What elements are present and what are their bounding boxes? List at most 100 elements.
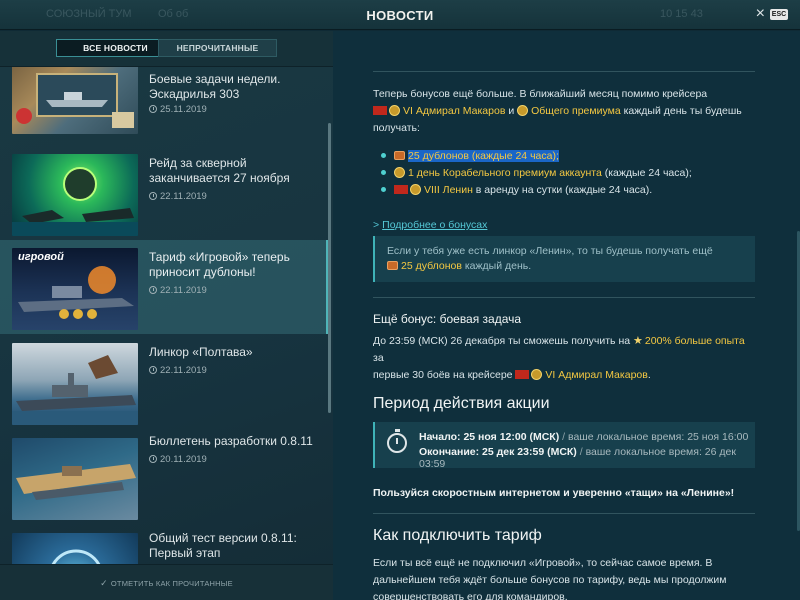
connect-section: Как подключить тариф xyxy=(373,527,755,545)
tab-unread[interactable]: НЕПРОЧИТАННЫЕ xyxy=(158,39,277,57)
close-icon[interactable]: × xyxy=(756,4,765,24)
news-thumbnail-test xyxy=(12,533,138,564)
doubloon-icon xyxy=(394,151,405,160)
news-date-text: 22.11.2019 xyxy=(160,365,207,376)
tariff-logo-text: игровой xyxy=(18,251,64,263)
note-line-2: 25 дублонов каждый день. xyxy=(387,259,743,274)
period-box: Начало: 25 ноя 12:00 (МСК) / ваше локаль… xyxy=(373,422,755,470)
bonus-task-line-2: первые 30 боёв на крейсере VI Адмирал Ма… xyxy=(373,367,755,384)
intro-rest: каждый день ты будешь xyxy=(623,105,742,117)
news-list-panel: ВСЕ НОВОСТИ НЕПРОЧИТАННЫЕ Боевые задачи … xyxy=(0,31,333,600)
cta-line: Пользуйся скоростным интернетом и уверен… xyxy=(373,485,755,502)
period-start-msk: Начало: 25 ноя 12:00 (МСК) xyxy=(419,431,560,443)
news-thumbnail-weekly-tasks xyxy=(12,67,138,134)
article-intro: Теперь бонусов ещё больше. В ближайший м… xyxy=(373,86,755,137)
ussr-flag-icon xyxy=(515,370,530,379)
bonus-task-dot: . xyxy=(647,369,651,381)
premium-account-icon xyxy=(394,167,405,178)
news-thumbnail-bulletin xyxy=(12,438,138,520)
mark-as-read-label: ОТМЕТИТЬ КАК ПРОЧИТАННЫЕ xyxy=(110,579,233,588)
bonus-lenin-rest: в аренду на сутки (каждые 24 часа). xyxy=(475,184,653,196)
window-title: НОВОСТИ xyxy=(366,8,434,23)
news-item-date: 22.11.2019 xyxy=(149,191,207,202)
cruiser-class-icon xyxy=(389,105,400,116)
ship-lenin-link[interactable]: VIII Ленин xyxy=(424,184,473,196)
news-item-raid[interactable]: Рейд за скверной заканчивается 27 ноября… xyxy=(0,146,328,240)
news-item-title: Боевые задачи недели. Эскадрилья 303 xyxy=(149,72,281,101)
bonus-task-section: Ещё бонус: боевая задача xyxy=(373,312,755,326)
clock-icon xyxy=(149,286,157,294)
news-date-text: 25.11.2019 xyxy=(160,104,207,115)
connect-line-2: дальнейшем тебя ждёт больше бонусов по т… xyxy=(373,574,727,586)
clock-icon xyxy=(149,105,157,113)
intro-line-3: получать: xyxy=(373,122,420,134)
doubloon-icon xyxy=(387,261,398,270)
news-item-title: Общий тест версии 0.8.11: Первый этап xyxy=(149,531,297,560)
bonus-exp: 200% больше опыта xyxy=(644,335,745,347)
ussr-flag-icon xyxy=(394,185,408,194)
divider xyxy=(373,513,755,514)
news-item-title: Линкор «Полтава» xyxy=(149,345,253,359)
connect-text: Если ты всё ещё не подключил «Игровой», … xyxy=(373,555,755,600)
divider xyxy=(373,71,755,72)
bonus-list-item: 25 дублонов (каждые 24 часа); xyxy=(373,148,755,165)
news-item-date: 22.11.2019 xyxy=(149,365,207,376)
news-date-text: 22.11.2019 xyxy=(160,191,207,202)
news-list-scrollbar[interactable] xyxy=(328,123,331,413)
slash: / xyxy=(562,431,566,443)
bullet-icon xyxy=(381,170,386,175)
ship-makarov-link-2[interactable]: VI Адмирал Макаров xyxy=(545,369,647,381)
connect-line-1: Если ты всё ещё не подключил «Игровой», … xyxy=(373,557,713,569)
news-item-date: 25.11.2019 xyxy=(149,104,207,115)
divider xyxy=(373,297,755,298)
filter-bar: ВСЕ НОВОСТИ НЕПРОЧИТАННЫЕ xyxy=(0,31,333,67)
news-item-poltava[interactable]: Линкор «Полтава» 22.11.2019 xyxy=(0,335,328,429)
bonus-doubloons-text: 25 дублонов (каждые 24 часа); xyxy=(408,150,559,162)
intro-line-2: VI Адмирал Макаров и Общего премиума каж… xyxy=(373,103,755,120)
bonus-premium-rest: (каждые 24 часа); xyxy=(604,167,692,179)
esc-button[interactable]: ESC xyxy=(770,9,788,20)
bonus-task-text: До 23:59 (МСК) 26 декабря ты сможешь пол… xyxy=(373,333,755,384)
battleship-class-icon xyxy=(410,184,421,195)
bonus-task-line-1: До 23:59 (МСК) 26 декабря ты сможешь пол… xyxy=(373,333,755,367)
star-icon: ★ xyxy=(633,335,643,347)
more-bonuses-link[interactable]: > Подробнее о бонусах xyxy=(373,219,487,231)
period-start-local: ваше локальное время: 25 ноя 16:00 xyxy=(567,431,749,443)
news-date-text: 22.11.2019 xyxy=(160,285,207,296)
more-about-bonuses: > Подробнее о бонусах xyxy=(373,215,755,233)
bonus-task-b: за xyxy=(373,352,384,364)
battleship-image xyxy=(12,355,138,425)
ship-makarov-link[interactable]: VI Адмирал Макаров xyxy=(403,105,505,117)
news-item-bulletin[interactable]: Бюллетень разработки 0.8.11 20.11.2019 xyxy=(0,430,328,524)
bulletin-image xyxy=(16,464,136,500)
connect-line-3: совершенствовать его для командиров. xyxy=(373,591,568,600)
period-end-msk: Окончание: 25 дек 23:59 (МСК) xyxy=(419,446,577,458)
bullet-icon xyxy=(381,187,386,192)
more-bonuses-label: Подробнее о бонусах xyxy=(382,219,488,231)
intro-and: и xyxy=(508,105,515,117)
news-item-title: Тариф «Игровой» теперь приносит дублоны! xyxy=(149,250,290,279)
checkmark-icon: ✓ xyxy=(100,578,108,588)
premium-link[interactable]: Общего премиума xyxy=(531,105,621,117)
news-thumbnail-tariff: игровой xyxy=(12,248,138,330)
period-end: Окончание: 25 дек 23:59 (МСК) / ваше лок… xyxy=(419,446,755,470)
slash: / xyxy=(579,446,583,458)
stopwatch-icon xyxy=(387,429,407,453)
bonus-list: 25 дублонов (каждые 24 часа); 1 день Кор… xyxy=(373,148,755,199)
ship-card-image xyxy=(16,73,134,128)
news-item-date: 20.11.2019 xyxy=(149,454,207,465)
news-item-weekly-tasks[interactable]: Боевые задачи недели. Эскадрилья 303 25.… xyxy=(0,67,328,138)
news-list: Боевые задачи недели. Эскадрилья 303 25.… xyxy=(0,67,333,564)
raid-image xyxy=(12,167,138,236)
news-item-test[interactable]: Общий тест версии 0.8.11: Первый этап xyxy=(0,525,328,564)
cruiser-class-icon xyxy=(531,369,543,380)
article-panel: Теперь бонусов ещё больше. В ближайший м… xyxy=(333,31,800,600)
bonus-task-title: Ещё бонус: боевая задача xyxy=(373,312,522,326)
bonus-task-a: До 23:59 (МСК) 26 декабря ты сможешь пол… xyxy=(373,335,631,347)
note-doubloons: 25 дублонов xyxy=(401,260,462,272)
mark-as-read-button[interactable]: ✓ ОТМЕТИТЬ КАК ПРОЧИТАННЫЕ xyxy=(0,564,333,600)
test-image xyxy=(51,549,101,564)
clock-icon xyxy=(149,366,157,374)
news-item-date: 22.11.2019 xyxy=(149,285,207,296)
news-item-tariff[interactable]: игровой Тариф «Игровой» теперь приносит … xyxy=(0,240,328,334)
